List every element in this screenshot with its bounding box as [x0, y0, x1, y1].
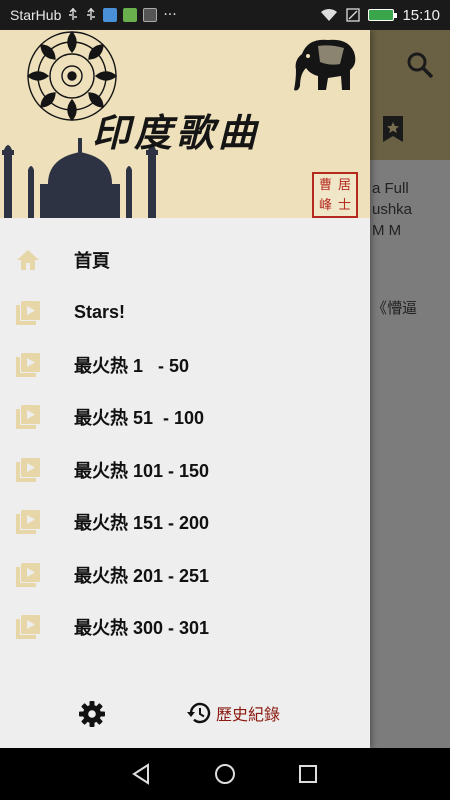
video-library-icon — [14, 561, 42, 589]
drawer-footer: 歷史紀錄 — [0, 678, 370, 748]
gear-icon[interactable] — [78, 700, 106, 728]
menu-item-label: 最火热 51 - 100 — [74, 408, 205, 429]
video-library-icon — [14, 299, 42, 327]
menu-item-label: Stars! — [74, 302, 126, 323]
bookmark-star-icon[interactable] — [382, 115, 404, 143]
video-library-icon — [14, 403, 42, 431]
elephant-icon — [294, 39, 356, 91]
background-text: ushka — [372, 201, 413, 218]
video-library-icon — [14, 351, 42, 379]
video-library-icon — [14, 508, 42, 536]
system-nav-bar — [0, 748, 450, 800]
menu-item-label: 最火热 201 - 251 — [74, 565, 210, 586]
notification-icons: ··· — [67, 7, 177, 23]
app-title: 印度歌曲 — [92, 110, 261, 155]
more-notifications-icon: ··· — [163, 7, 177, 23]
drawer-menu: 首頁 Stars! 最火热 1 - 50 最火热 51 - 100 最火热 10… — [0, 218, 370, 653]
sim-icon — [346, 8, 361, 22]
seal-char: 士 — [337, 198, 351, 213]
video-library-icon — [14, 456, 42, 484]
wifi-icon — [321, 8, 338, 21]
menu-item-top-1-50[interactable]: 最火热 1 - 50 — [0, 339, 370, 391]
menu-item-top-201-251[interactable]: 最火热 201 - 251 — [0, 548, 370, 600]
seal-stamp: 曹 居 峰 士 — [312, 172, 358, 218]
seal-char: 曹 — [318, 178, 332, 193]
drawer-header: 印度歌曲 曹 居 峰 士 — [0, 30, 370, 218]
menu-item-top-51-100[interactable]: 最火热 51 - 100 — [0, 391, 370, 443]
menu-item-label: 最火热 1 - 50 — [74, 355, 190, 376]
menu-item-label: 最火热 101 - 150 — [74, 460, 210, 481]
navigation-drawer: 印度歌曲 曹 居 峰 士 首頁 Stars! 最火热 1 - 50 最火热 51… — [0, 30, 370, 748]
background-text: a Full — [372, 180, 409, 197]
menu-item-stars[interactable]: Stars! — [0, 286, 370, 338]
app-notification-icon — [143, 8, 158, 22]
menu-item-label: 最火热 151 - 200 — [74, 513, 210, 534]
usb-icon — [69, 8, 78, 20]
back-icon[interactable] — [130, 762, 154, 786]
seal-char: 峰 — [318, 198, 332, 213]
menu-item-top-151-200[interactable]: 最火热 151 - 200 — [0, 496, 370, 548]
clock: 15:10 — [402, 6, 440, 24]
home-circle-icon[interactable] — [213, 762, 237, 786]
app-notification-icon — [103, 8, 118, 22]
status-bar: StarHub ··· 15:10 — [0, 0, 450, 30]
menu-item-top-101-150[interactable]: 最火热 101 - 150 — [0, 444, 370, 496]
app-notification-icon — [123, 8, 138, 22]
seal-char: 居 — [337, 178, 351, 193]
menu-item-top-300-301[interactable]: 最火热 300 - 301 — [0, 601, 370, 653]
background-text: 《懵逼 — [372, 300, 418, 317]
home-icon — [14, 246, 42, 274]
menu-item-label: 最火热 300 - 301 — [74, 617, 210, 638]
history-label: 歷史紀錄 — [216, 705, 281, 724]
menu-item-label: 首頁 — [74, 251, 110, 272]
menu-item-home[interactable]: 首頁 — [0, 234, 370, 286]
battery-icon — [368, 9, 398, 21]
search-icon[interactable] — [405, 50, 435, 80]
history-button[interactable]: 歷史紀錄 — [186, 701, 280, 725]
recents-icon[interactable] — [296, 762, 320, 786]
video-library-icon — [14, 613, 42, 641]
history-icon — [187, 702, 211, 724]
usb-icon — [87, 8, 96, 20]
background-text: M M — [372, 222, 402, 239]
carrier-name: StarHub — [10, 7, 62, 23]
